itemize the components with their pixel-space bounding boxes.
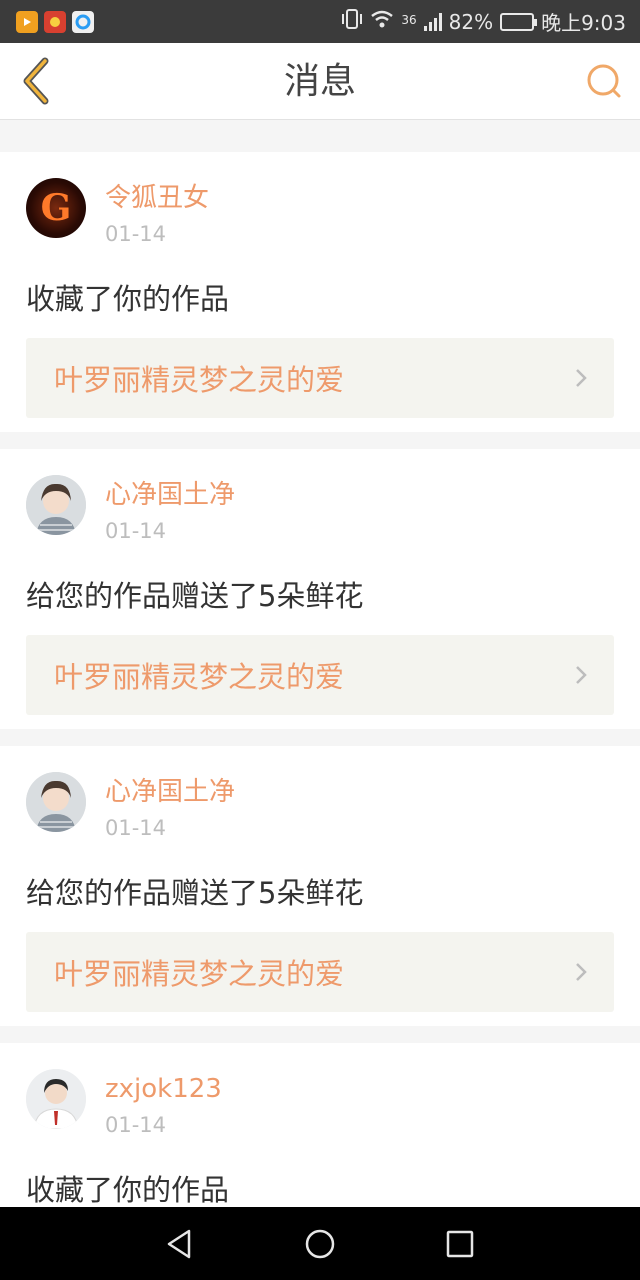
work-link[interactable]: 叶罗丽精灵梦之灵的爱 (26, 932, 614, 1012)
nav-back-button[interactable] (150, 1214, 210, 1274)
message-card: 心净国土净 01-14 给您的作品赠送了5朵鲜花 叶罗丽精灵梦之灵的爱 (0, 449, 640, 729)
message-action: 收藏了你的作品 (26, 1173, 230, 1207)
back-arrow-icon (23, 57, 49, 105)
avatar[interactable] (26, 1069, 86, 1129)
page-title: 消息 (283, 61, 356, 102)
username[interactable]: 心净国土净 (105, 479, 235, 511)
message-card: zxjok123 01-14 收藏了你的作品 (0, 1043, 640, 1207)
chevron-right-icon (576, 963, 587, 981)
chevron-right-icon (576, 666, 587, 684)
search-button[interactable] (582, 59, 626, 103)
triangle-back-icon (167, 1229, 191, 1258)
clock: 晚上9:03 (541, 11, 626, 35)
username[interactable]: 令狐丑女 (105, 182, 209, 214)
work-title: 叶罗丽精灵梦之灵的爱 (54, 957, 345, 991)
username[interactable]: 心净国土净 (105, 776, 235, 808)
nav-recent-button[interactable] (430, 1214, 490, 1274)
avatar[interactable] (26, 772, 86, 832)
message-date: 01-14 (105, 1113, 167, 1137)
battery-icon (500, 12, 538, 31)
message-date: 01-14 (105, 222, 167, 246)
network-label: 36 (401, 13, 417, 27)
nav-home-button[interactable] (290, 1214, 350, 1274)
avatar[interactable]: G (26, 178, 86, 238)
message-date: 01-14 (105, 519, 167, 543)
status-bar: 36 82% 晚上9:03 (0, 0, 640, 43)
message-card: G 令狐丑女 01-14 收藏了你的作品 叶罗丽精灵梦之灵的爱 (0, 152, 640, 432)
message-action: 给您的作品赠送了5朵鲜花 (26, 579, 364, 613)
circle-home-icon (305, 1229, 335, 1258)
header: 消息 (0, 43, 640, 120)
system-indicators: 36 82% 晚上9:03 (341, 7, 626, 36)
game-app-icon (44, 10, 66, 33)
battery-percent: 82% (448, 9, 494, 34)
system-navigation-bar (0, 1207, 640, 1280)
search-icon (587, 64, 621, 98)
avatar[interactable] (26, 475, 86, 535)
message-card: 心净国土净 01-14 给您的作品赠送了5朵鲜花 叶罗丽精灵梦之灵的爱 (0, 746, 640, 1026)
message-date: 01-14 (105, 816, 167, 840)
work-title: 叶罗丽精灵梦之灵的爱 (54, 363, 345, 397)
vibrate-icon (341, 9, 363, 34)
chevron-right-icon (576, 369, 587, 387)
browser-app-icon (72, 10, 94, 33)
username[interactable]: zxjok123 (105, 1073, 222, 1105)
avatar-letter: G (40, 187, 72, 229)
video-app-icon (16, 10, 38, 33)
message-action: 收藏了你的作品 (26, 282, 230, 316)
message-list: G 令狐丑女 01-14 收藏了你的作品 叶罗丽精灵梦之灵的爱 心净国土净 01… (0, 135, 640, 1207)
notification-icons (16, 10, 94, 33)
square-recent-icon (446, 1230, 474, 1257)
signal-icon (423, 12, 442, 31)
back-button[interactable] (14, 55, 58, 107)
work-link[interactable]: 叶罗丽精灵梦之灵的爱 (26, 635, 614, 715)
work-link[interactable]: 叶罗丽精灵梦之灵的爱 (26, 338, 614, 418)
wifi-icon (370, 9, 394, 34)
message-action: 给您的作品赠送了5朵鲜花 (26, 876, 364, 910)
work-title: 叶罗丽精灵梦之灵的爱 (54, 660, 345, 694)
